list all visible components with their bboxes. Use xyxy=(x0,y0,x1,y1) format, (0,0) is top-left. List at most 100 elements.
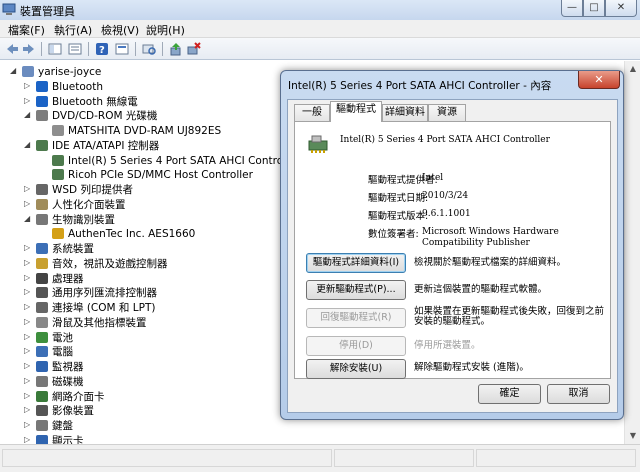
expand-arrow-icon[interactable]: ▷ xyxy=(24,199,32,208)
expand-arrow-icon[interactable]: ▷ xyxy=(24,184,32,193)
menu-action[interactable]: 執行(A) xyxy=(54,22,92,38)
digital-signer-label: 數位簽署者: xyxy=(368,229,419,240)
tree-node-label: 處理器 xyxy=(52,272,84,285)
maximize-button[interactable]: □ xyxy=(583,0,605,17)
device-category-icon xyxy=(36,139,48,151)
minimize-button[interactable]: — xyxy=(561,0,583,17)
tree-node-label: 監視器 xyxy=(52,361,84,373)
collapse-arrow-icon[interactable]: ◢ xyxy=(24,110,32,119)
expand-arrow-icon[interactable]: ▷ xyxy=(24,317,32,326)
back-icon[interactable] xyxy=(5,42,19,56)
tab-driver[interactable]: 驅動程式 xyxy=(330,101,382,122)
roll-back-driver-button[interactable]: 回復驅動程式(R) xyxy=(306,308,406,328)
device-category-icon xyxy=(36,346,48,358)
expand-arrow-icon[interactable]: ▷ xyxy=(24,302,32,311)
disable-desc: 停用所選裝置。 xyxy=(414,340,481,351)
tree-node-label: 系統裝置 xyxy=(52,243,94,255)
expand-arrow-icon[interactable]: ▷ xyxy=(24,287,32,296)
expand-arrow-icon[interactable]: ▷ xyxy=(24,258,32,267)
expand-arrow-icon[interactable]: ▷ xyxy=(24,96,32,105)
device-name: Intel(R) 5 Series 4 Port SATA AHCI Contr… xyxy=(340,135,550,145)
scroll-up-icon[interactable]: ▲ xyxy=(625,61,640,77)
title-bar[interactable]: 裝置管理員 — □ ✕ xyxy=(0,0,640,20)
tree-node[interactable]: ▷ 顯示卡 xyxy=(24,434,600,444)
device-category-icon xyxy=(36,272,48,284)
device-manager-icon xyxy=(2,3,16,15)
tree-node-label: 滑鼠及其他指標裝置 xyxy=(52,316,147,329)
toolbar-separator xyxy=(88,42,89,56)
uninstall-button[interactable]: 解除安裝(U) xyxy=(306,359,406,379)
update-driver-button[interactable]: 更新驅動程式(P)... xyxy=(306,280,406,300)
expand-arrow-icon[interactable]: ▷ xyxy=(24,346,32,355)
menu-file[interactable]: 檔案(F) xyxy=(8,22,45,38)
driver-version-value: 9.6.1.1001 xyxy=(422,209,471,219)
device-manager-window: 裝置管理員 — □ ✕ 檔案(F) 執行(A) 檢視(V) 說明(H) ? ◢ y… xyxy=(0,0,640,472)
expand-arrow-icon[interactable]: ▷ xyxy=(24,332,32,341)
expand-arrow-icon[interactable]: ▷ xyxy=(24,391,32,400)
expand-arrow-icon[interactable]: ▷ xyxy=(24,376,32,385)
expand-arrow-icon[interactable]: ▷ xyxy=(24,243,32,252)
device-category-icon xyxy=(36,198,48,210)
tree-node-label: 電腦 xyxy=(52,346,73,359)
status-cell xyxy=(476,449,636,467)
controller-device-icon xyxy=(308,135,328,153)
device-category-icon xyxy=(36,420,48,431)
device-category-icon xyxy=(36,331,48,343)
disable-button[interactable]: 停用(D) xyxy=(306,336,406,356)
dialog-close-button[interactable]: ✕ xyxy=(578,71,620,89)
collapse-arrow-icon[interactable]: ◢ xyxy=(24,214,32,223)
expand-arrow-icon[interactable]: ▷ xyxy=(24,81,32,90)
tree-node-label: 生物識別裝置 xyxy=(52,213,115,226)
tree-view-icon[interactable] xyxy=(48,42,62,56)
device-category-icon xyxy=(36,213,48,225)
cancel-button[interactable]: 取消 xyxy=(547,384,610,404)
close-button[interactable]: ✕ xyxy=(605,0,637,17)
tree-node-label: WSD 列印提供者 xyxy=(52,184,133,196)
device-category-icon xyxy=(52,154,64,166)
expand-arrow-icon[interactable]: ▷ xyxy=(24,361,32,370)
uninstall-icon[interactable] xyxy=(187,42,201,56)
toolbar-separator xyxy=(162,42,163,56)
dialog-title: Intel(R) 5 Series 4 Port SATA AHCI Contr… xyxy=(288,80,552,92)
menu-help[interactable]: 說明(H) xyxy=(146,22,185,38)
status-bar xyxy=(0,444,640,472)
status-cell xyxy=(2,449,332,467)
driver-provider-value: Intel xyxy=(422,173,444,183)
toolbar-separator xyxy=(135,42,136,56)
properties-view-icon[interactable] xyxy=(68,42,82,56)
tree-node-label: DVD/CD-ROM 光碟機 xyxy=(52,110,158,123)
tab-general[interactable]: 一般 xyxy=(294,104,330,121)
update-driver-desc: 更新這個裝置的驅動程式軟體。 xyxy=(414,284,548,295)
details-icon[interactable] xyxy=(115,42,129,56)
driver-date-label: 驅動程式日期: xyxy=(368,193,429,204)
vertical-scrollbar[interactable]: ▲ ▼ xyxy=(624,61,640,444)
device-category-icon xyxy=(22,66,34,77)
collapse-arrow-icon[interactable]: ◢ xyxy=(10,66,18,75)
tree-node-label: Bluetooth 無線電 xyxy=(52,95,138,108)
expand-arrow-icon[interactable]: ▷ xyxy=(24,435,32,444)
tree-node-label: 電池 xyxy=(52,331,73,344)
update-driver-icon[interactable] xyxy=(169,42,183,56)
digital-signer-value: Microsoft Windows Hardware Compatibility… xyxy=(422,227,559,248)
scroll-down-icon[interactable]: ▼ xyxy=(625,428,640,444)
tree-node[interactable]: ▷ 鍵盤 xyxy=(24,419,600,433)
help-icon[interactable]: ? xyxy=(95,42,109,56)
dialog-body: 一般 驅動程式 詳細資料 資源 Intel(R) 5 Series 4 Port… xyxy=(287,99,618,413)
uninstall-desc: 解除驅動程式安裝 (進階)。 xyxy=(414,362,529,373)
expand-arrow-icon[interactable]: ▷ xyxy=(24,405,32,414)
ok-button[interactable]: 確定 xyxy=(478,384,541,404)
device-category-icon xyxy=(52,228,64,240)
expand-arrow-icon[interactable]: ▷ xyxy=(24,420,32,429)
forward-icon[interactable] xyxy=(22,42,36,56)
menu-view[interactable]: 檢視(V) xyxy=(101,22,139,38)
device-category-icon xyxy=(36,375,48,387)
tree-node-label: 影像裝置 xyxy=(52,405,94,418)
tab-details[interactable]: 詳細資料 xyxy=(382,104,428,121)
scan-icon[interactable] xyxy=(142,42,156,56)
tab-resources[interactable]: 資源 xyxy=(428,104,466,121)
device-category-icon xyxy=(36,316,48,328)
device-category-icon xyxy=(36,243,48,254)
expand-arrow-icon[interactable]: ▷ xyxy=(24,273,32,282)
driver-details-button[interactable]: 驅動程式詳細資料(I) xyxy=(306,253,406,273)
collapse-arrow-icon[interactable]: ◢ xyxy=(24,140,32,149)
